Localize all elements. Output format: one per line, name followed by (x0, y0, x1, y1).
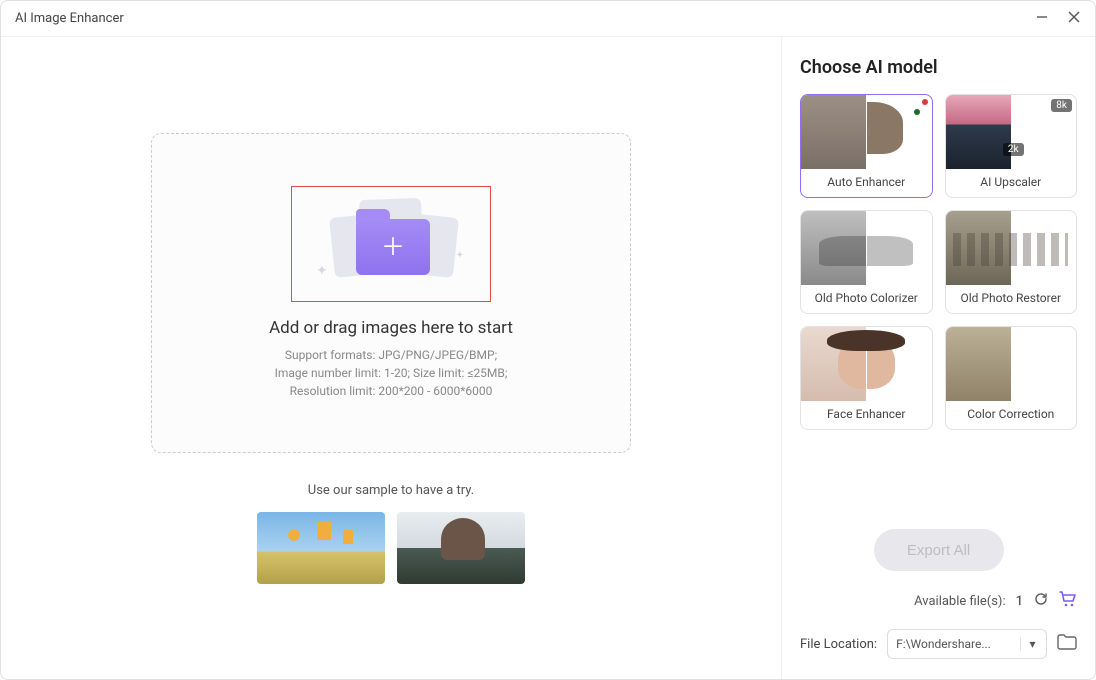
file-location-row: File Location: F:\Wondershare... ▾ (800, 629, 1077, 659)
window-controls (1035, 10, 1081, 28)
model-thumb-auto (801, 95, 932, 169)
titlebar: AI Image Enhancer (1, 1, 1095, 37)
file-location-select[interactable]: F:\Wondershare... ▾ (887, 629, 1047, 659)
main: ✦ ✦ ＋ Add or drag images here to start S… (1, 37, 1095, 679)
dropzone-limits: Image number limit: 1-20; Size limit: ≤2… (275, 364, 508, 382)
file-location-value: F:\Wondershare... (896, 637, 991, 651)
folder-plus-icon: ＋ (356, 219, 430, 275)
file-location-label: File Location: (800, 637, 877, 652)
folder-stack-icon: ✦ ✦ ＋ (326, 205, 456, 283)
dropzone-resolution: Resolution limit: 200*200 - 6000*6000 (290, 382, 493, 400)
cart-icon[interactable] (1059, 591, 1077, 611)
model-grid: Auto Enhancer 2k 8k AI Upscaler Old Phot… (800, 94, 1077, 430)
model-label: Color Correction (946, 401, 1077, 429)
sample-label: Use our sample to have a try. (308, 483, 474, 498)
app-window: AI Image Enhancer ✦ ✦ (0, 0, 1096, 680)
window-title: AI Image Enhancer (15, 11, 1035, 26)
model-old-photo-colorizer[interactable]: Old Photo Colorizer (800, 210, 933, 314)
model-old-photo-restorer[interactable]: Old Photo Restorer (945, 210, 1078, 314)
model-thumb-color (946, 327, 1077, 401)
dropzone-formats: Support formats: JPG/PNG/JPEG/BMP; (285, 346, 497, 364)
model-thumb-upscaler: 2k 8k (946, 95, 1077, 169)
tag-2k: 2k (1003, 143, 1024, 156)
model-label: Old Photo Restorer (946, 285, 1077, 313)
dropzone[interactable]: ✦ ✦ ＋ Add or drag images here to start S… (151, 133, 631, 453)
close-button[interactable] (1067, 10, 1081, 28)
model-label: Old Photo Colorizer (801, 285, 932, 313)
model-thumb-face (801, 327, 932, 401)
sample-image-1[interactable] (257, 512, 385, 584)
available-files-count: 1 (1016, 594, 1023, 609)
model-label: AI Upscaler (946, 169, 1077, 197)
model-ai-upscaler[interactable]: 2k 8k AI Upscaler (945, 94, 1078, 198)
chevron-down-icon: ▾ (1020, 637, 1038, 651)
model-face-enhancer[interactable]: Face Enhancer (800, 326, 933, 430)
model-color-correction[interactable]: Color Correction (945, 326, 1078, 430)
left-pane: ✦ ✦ ＋ Add or drag images here to start S… (1, 37, 781, 679)
available-files-label: Available file(s): (914, 594, 1006, 609)
sample-row (257, 512, 525, 584)
refresh-icon[interactable] (1033, 591, 1049, 611)
sample-image-2[interactable] (397, 512, 525, 584)
tag-8k: 8k (1051, 99, 1072, 112)
model-label: Face Enhancer (801, 401, 932, 429)
model-thumb-colorizer (801, 211, 932, 285)
model-thumb-restorer (946, 211, 1077, 285)
model-label: Auto Enhancer (801, 169, 932, 197)
dropzone-heading: Add or drag images here to start (269, 318, 513, 338)
minimize-button[interactable] (1035, 10, 1049, 28)
available-files-row: Available file(s): 1 (800, 591, 1077, 611)
right-panel: Choose AI model Auto Enhancer 2k 8k AI U… (781, 37, 1095, 679)
browse-folder-button[interactable] (1057, 634, 1077, 654)
panel-title: Choose AI model (800, 57, 1077, 78)
model-auto-enhancer[interactable]: Auto Enhancer (800, 94, 933, 198)
export-all-button[interactable]: Export All (874, 529, 1004, 571)
dropzone-illustration: ✦ ✦ ＋ (291, 186, 491, 302)
